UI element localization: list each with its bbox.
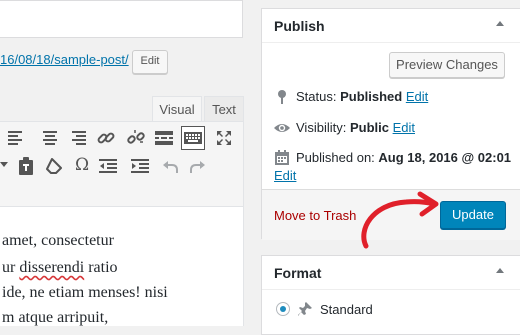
tab-text[interactable]: Text [204,96,244,122]
permalink: 16/08/18/sample-post/ [0,52,129,67]
published-date: Aug 18, 2016 @ 02:01 [378,150,512,165]
format-box-header[interactable]: Format [262,256,520,290]
text-color-dropdown-icon[interactable] [0,162,8,167]
pushpin-icon [298,302,312,316]
post-title-input[interactable] [0,0,243,38]
pin-icon [278,90,286,104]
clear-formatting-icon[interactable] [44,156,64,176]
post-content-editor[interactable]: amet, consectetur ur disserendi ratio id… [0,207,244,326]
unlink-icon[interactable] [126,128,146,148]
published-edit-row: Edit [274,168,296,183]
format-option-label: Standard [320,302,373,317]
format-box: Format Standard [261,255,520,335]
indent-icon[interactable] [130,156,150,176]
tab-visual[interactable]: Visual [152,96,202,122]
collapse-arrow-icon[interactable] [496,268,504,273]
undo-icon[interactable] [160,156,180,176]
outdent-icon[interactable] [98,156,118,176]
visibility-label: Visibility: [296,120,350,135]
preview-changes-button[interactable]: Preview Changes [389,52,505,78]
content-line: amet, consectetur [2,232,114,249]
collapse-arrow-icon[interactable] [496,21,504,26]
content-line: m atque arripuit, [2,309,109,326]
publish-title: Publish [274,18,325,34]
insert-link-icon[interactable] [96,128,116,148]
format-radio[interactable] [276,302,290,316]
align-right-icon[interactable] [68,128,88,148]
editor-toolbar: Ω [0,121,244,207]
update-button[interactable]: Update [440,201,506,229]
visibility-value: Public [349,120,389,135]
content-line: ur disserendi ratio [2,259,118,276]
status-label: Status: [296,89,341,104]
paste-text-icon[interactable] [16,156,36,176]
read-more-icon[interactable] [154,128,174,148]
annotation-arrow-icon [361,191,439,249]
align-left-icon[interactable] [6,128,26,148]
content-line: ide, ne etiam menses! nisi [2,284,168,301]
misspelled-word[interactable]: disserendi [19,259,84,276]
permalink-link[interactable]: 16/08/18/sample-post/ [0,52,129,67]
visibility-edit-link[interactable]: Edit [393,120,415,135]
special-character-icon[interactable]: Ω [72,155,92,175]
published-edit-link[interactable]: Edit [274,168,296,183]
status-value: Published [340,89,403,104]
publish-box-header[interactable]: Publish [262,9,520,43]
align-center-icon[interactable] [40,128,60,148]
calendar-icon [275,150,289,165]
permalink-edit-button[interactable]: Edit [132,50,168,74]
fullscreen-icon[interactable] [214,128,234,148]
format-title: Format [274,265,322,281]
published-label: Published on: [296,150,379,165]
eye-icon [274,124,290,132]
toolbar-toggle-icon[interactable] [181,126,205,150]
move-to-trash-link[interactable]: Move to Trash [274,208,356,223]
status-edit-link[interactable]: Edit [406,89,428,104]
redo-icon[interactable] [188,156,208,176]
